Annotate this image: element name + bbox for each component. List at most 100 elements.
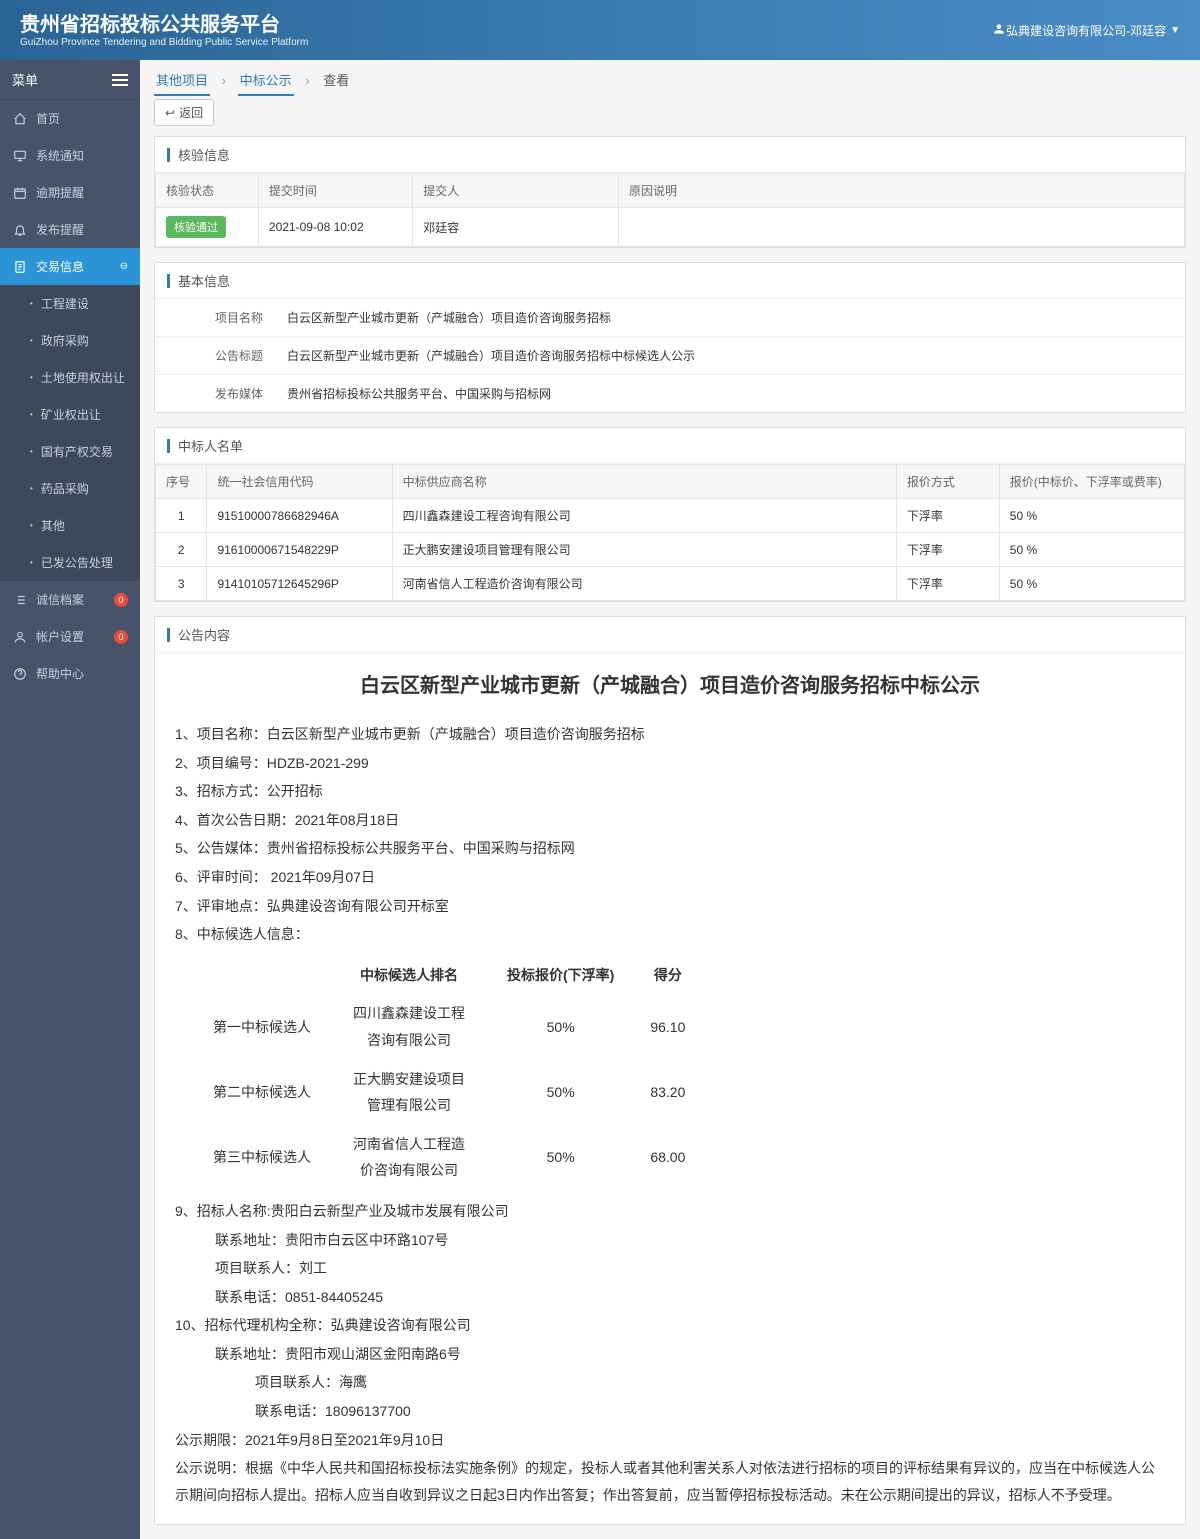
th-code: 统一社会信用代码 [207,465,392,499]
th-method: 报价方式 [896,465,999,499]
cell-code: 91610000671548229P [207,533,392,567]
back-label: 返回 [179,104,203,121]
ctd: 96.10 [632,994,703,1059]
sidebar-subitem[interactable]: 国有产权交易 [0,433,140,470]
doc-title: 白云区新型产业城市更新（产城融合）项目造价咨询服务招标中标公示 [175,667,1165,705]
cell-method: 下浮率 [896,533,999,567]
sidebar-item[interactable]: 诚信档案0 [0,581,140,618]
badge: 0 [114,630,128,644]
sidebar: 菜单 首页系统通知逾期提醒发布提醒交易信息⊖ 工程建设政府采购土地使用权出让矿业权… [0,60,140,1539]
cell-method: 下浮率 [896,499,999,533]
para: 1、项目名称：白云区新型产业城市更新（产城融合）项目造价咨询服务招标 [175,721,1165,748]
cth: 中标候选人排名 [329,956,489,995]
para: 2、项目编号：HDZB-2021-299 [175,750,1165,777]
para: 3、招标方式：公开招标 [175,778,1165,805]
para: 公示说明：根据《中华人民共和国招标投标法实施条例》的规定，投标人或者其他利害关系… [175,1455,1165,1508]
sidebar-subitem[interactable]: 政府采购 [0,322,140,359]
table-row: 191510000786682946A四川鑫森建设工程咨询有限公司下浮率50 % [156,499,1185,533]
info-label: 发布媒体 [155,375,275,412]
para: 联系地址：贵阳市观山湖区金阳南路6号 [175,1341,1165,1368]
breadcrumb: 其他项目 › 中标公示 › 查看 [140,60,1200,99]
para: 联系电话：0851-84405245 [175,1284,1165,1311]
para: 联系电话：18096137700 [175,1398,1165,1425]
th-submitter: 提交人 [413,174,619,208]
cell-price: 50 % [999,567,1184,601]
ctd: 第三中标候选人 [195,1125,329,1190]
breadcrumb-current: 查看 [321,69,351,92]
sidebar-item-label: 逾期提醒 [36,184,84,201]
sidebar-subitem-label: 工程建设 [41,295,89,312]
table-row: 核验通过 2021-09-08 10:02 邓廷容 [156,208,1185,247]
winners-panel: 中标人名单 序号 统一社会信用代码 中标供应商名称 报价方式 报价(中标价、下浮… [154,427,1186,602]
info-row: 项目名称白云区新型产业城市更新（产城融合）项目造价咨询服务招标 [155,299,1185,337]
sidebar-subitem[interactable]: 工程建设 [0,285,140,322]
breadcrumb-sep: › [220,69,228,92]
breadcrumb-item[interactable]: 中标公示 [238,69,294,96]
main-content: 其他项目 › 中标公示 › 查看 ↩ 返回 核验信息 核验状态 提交时间 提交人… [140,60,1200,1539]
sidebar-item[interactable]: 交易信息⊖ [0,248,140,285]
sidebar-subitem[interactable]: 其他 [0,507,140,544]
ctd: 第一中标候选人 [195,994,329,1059]
info-value: 白云区新型产业城市更新（产城融合）项目造价咨询服务招标中标候选人公示 [275,337,1185,374]
breadcrumb-sep: › [303,69,311,92]
announcement-body: 白云区新型产业城市更新（产城融合）项目造价咨询服务招标中标公示 1、项目名称：白… [155,653,1185,1524]
para: 5、公告媒体：贵州省招标投标公共服务平台、中国采购与招标网 [175,835,1165,862]
user-name: 弘典建设咨询有限公司-邓廷容 [1006,22,1166,39]
th-time: 提交时间 [258,174,412,208]
sidebar-subitem[interactable]: 已发公告处理 [0,544,140,581]
sidebar-item[interactable]: 帮助中心 [0,655,140,692]
candidate-table: 中标候选人排名投标报价(下浮率)得分 第一中标候选人四川鑫森建设工程咨询有限公司… [195,956,703,1190]
verify-panel: 核验信息 核验状态 提交时间 提交人 原因说明 核验通过 2021-09-08 … [154,136,1186,248]
breadcrumb-item[interactable]: 其他项目 [154,69,210,96]
app-title: 贵州省招标投标公共服务平台 [20,13,308,37]
sidebar-subitem-label: 土地使用权出让 [41,369,125,386]
info-row: 发布媒体贵州省招标投标公共服务平台、中国采购与招标网 [155,375,1185,412]
para: 6、评审时间： 2021年09月07日 [175,864,1165,891]
sidebar-item[interactable]: 帐户设置0 [0,618,140,655]
home-icon [12,112,28,126]
sidebar-item[interactable]: 系统通知 [0,137,140,174]
menu-header: 菜单 [0,60,140,100]
chevron-down-icon: ▼ [1170,25,1180,36]
para: 9、招标人名称:贵阳白云新型产业及城市发展有限公司 [175,1198,1165,1225]
sidebar-item[interactable]: 逾期提醒 [0,174,140,211]
cell-name: 四川鑫森建设工程咨询有限公司 [392,499,896,533]
para: 4、首次公告日期：2021年08月18日 [175,807,1165,834]
sidebar-subitem[interactable]: 药品采购 [0,470,140,507]
sidebar-subitem-label: 其他 [41,517,65,534]
ctd: 50% [489,1125,632,1190]
th-price: 报价(中标价、下浮率或费率) [999,465,1184,499]
sidebar-item-label: 诚信档案 [36,591,84,608]
sidebar-subitem[interactable]: 矿业权出让 [0,396,140,433]
panel-title: 核验信息 [155,137,1185,173]
monitor-icon [12,149,28,163]
ctd: 四川鑫森建设工程咨询有限公司 [329,994,489,1059]
th-name: 中标供应商名称 [392,465,896,499]
ctd: 83.20 [632,1060,703,1125]
sidebar-item-label: 发布提醒 [36,221,84,238]
th-status: 核验状态 [156,174,259,208]
cell-price: 50 % [999,533,1184,567]
para: 7、评审地点：弘典建设咨询有限公司开标室 [175,893,1165,920]
user-dropdown[interactable]: 弘典建设咨询有限公司-邓廷容 ▼ [992,22,1180,39]
cell-method: 下浮率 [896,567,999,601]
sidebar-item[interactable]: 发布提醒 [0,211,140,248]
back-button[interactable]: ↩ 返回 [154,99,214,126]
cell-seq: 3 [156,567,207,601]
ctd: 68.00 [632,1125,703,1190]
ctd: 河南省信人工程造价咨询有限公司 [329,1125,489,1190]
table-row: 291610000671548229P正大鹏安建设项目管理有限公司下浮率50 % [156,533,1185,567]
verify-table: 核验状态 提交时间 提交人 原因说明 核验通过 2021-09-08 10:02… [155,173,1185,247]
sidebar-item[interactable]: 首页 [0,100,140,137]
sidebar-item-label: 系统通知 [36,147,84,164]
list-icon [12,593,28,607]
winners-table: 序号 统一社会信用代码 中标供应商名称 报价方式 报价(中标价、下浮率或费率) … [155,464,1185,601]
user-icon [12,630,28,644]
sidebar-subitem-label: 政府采购 [41,332,89,349]
sidebar-subitem[interactable]: 土地使用权出让 [0,359,140,396]
cell-seq: 1 [156,499,207,533]
para: 10、招标代理机构全称：弘典建设咨询有限公司 [175,1312,1165,1339]
menu-toggle-icon[interactable] [112,74,128,86]
doc-icon [12,260,28,274]
para: 项目联系人：刘工 [175,1255,1165,1282]
